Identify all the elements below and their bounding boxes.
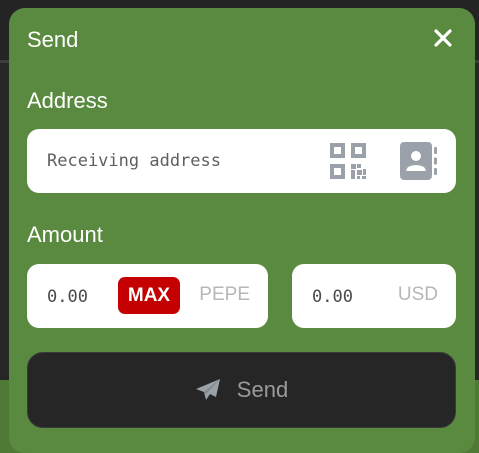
address-input[interactable] — [47, 149, 317, 173]
send-modal: Send Address Receiving address Amount 0.… — [9, 8, 475, 453]
crypto-amount-input[interactable] — [47, 285, 115, 309]
fiat-amount-field: USD — [292, 264, 456, 328]
scan-qr-button[interactable] — [330, 143, 366, 179]
fiat-amount-input[interactable] — [312, 285, 382, 309]
send-button[interactable]: Send — [27, 352, 456, 428]
send-button-label: Send — [236, 377, 289, 402]
send-button-content: Send — [195, 377, 288, 403]
amount-label: Amount — [27, 222, 103, 247]
max-button[interactable]: MAX — [118, 277, 180, 314]
qr-code-icon — [330, 143, 366, 179]
paper-plane-icon — [195, 379, 220, 400]
crypto-amount-field: MAX PEPE — [27, 264, 268, 328]
modal-title: Send — [27, 27, 79, 52]
address-label: Address — [27, 88, 108, 113]
address-book-icon — [400, 142, 437, 180]
fiat-unit-label: USD — [397, 284, 438, 305]
crypto-unit-label: PEPE — [199, 284, 250, 305]
address-book-button[interactable] — [400, 142, 438, 180]
close-icon — [434, 29, 452, 47]
close-button[interactable] — [429, 24, 457, 52]
address-field — [27, 129, 456, 193]
